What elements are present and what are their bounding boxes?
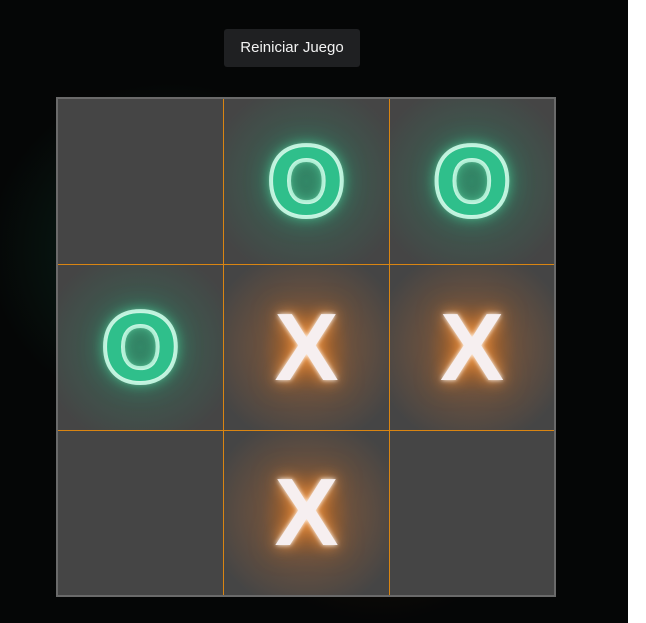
cell-mark: O [99,293,182,401]
board-cell-2-1[interactable]: X [223,430,389,595]
tic-tac-toe-board: O O O X X X [56,97,556,597]
board-cell-0-1[interactable]: O [223,99,389,264]
cell-mark: X [274,293,339,401]
board-cell-2-2[interactable] [389,430,554,595]
board-cell-1-1[interactable]: X [223,264,389,430]
board-cell-0-0[interactable] [58,99,223,264]
board-cell-0-2[interactable]: O [389,99,554,264]
cell-mark: X [274,459,339,566]
cell-mark: O [431,127,514,235]
cell-mark: X [439,293,505,401]
board-cell-2-0[interactable] [58,430,223,595]
cell-mark: O [265,127,348,235]
board-cell-1-0[interactable]: O [58,264,223,430]
reset-game-button[interactable]: Reiniciar Juego [224,29,360,67]
board-cell-1-2[interactable]: X [389,264,554,430]
game-stage: Reiniciar Juego O O O X X X [0,0,628,623]
